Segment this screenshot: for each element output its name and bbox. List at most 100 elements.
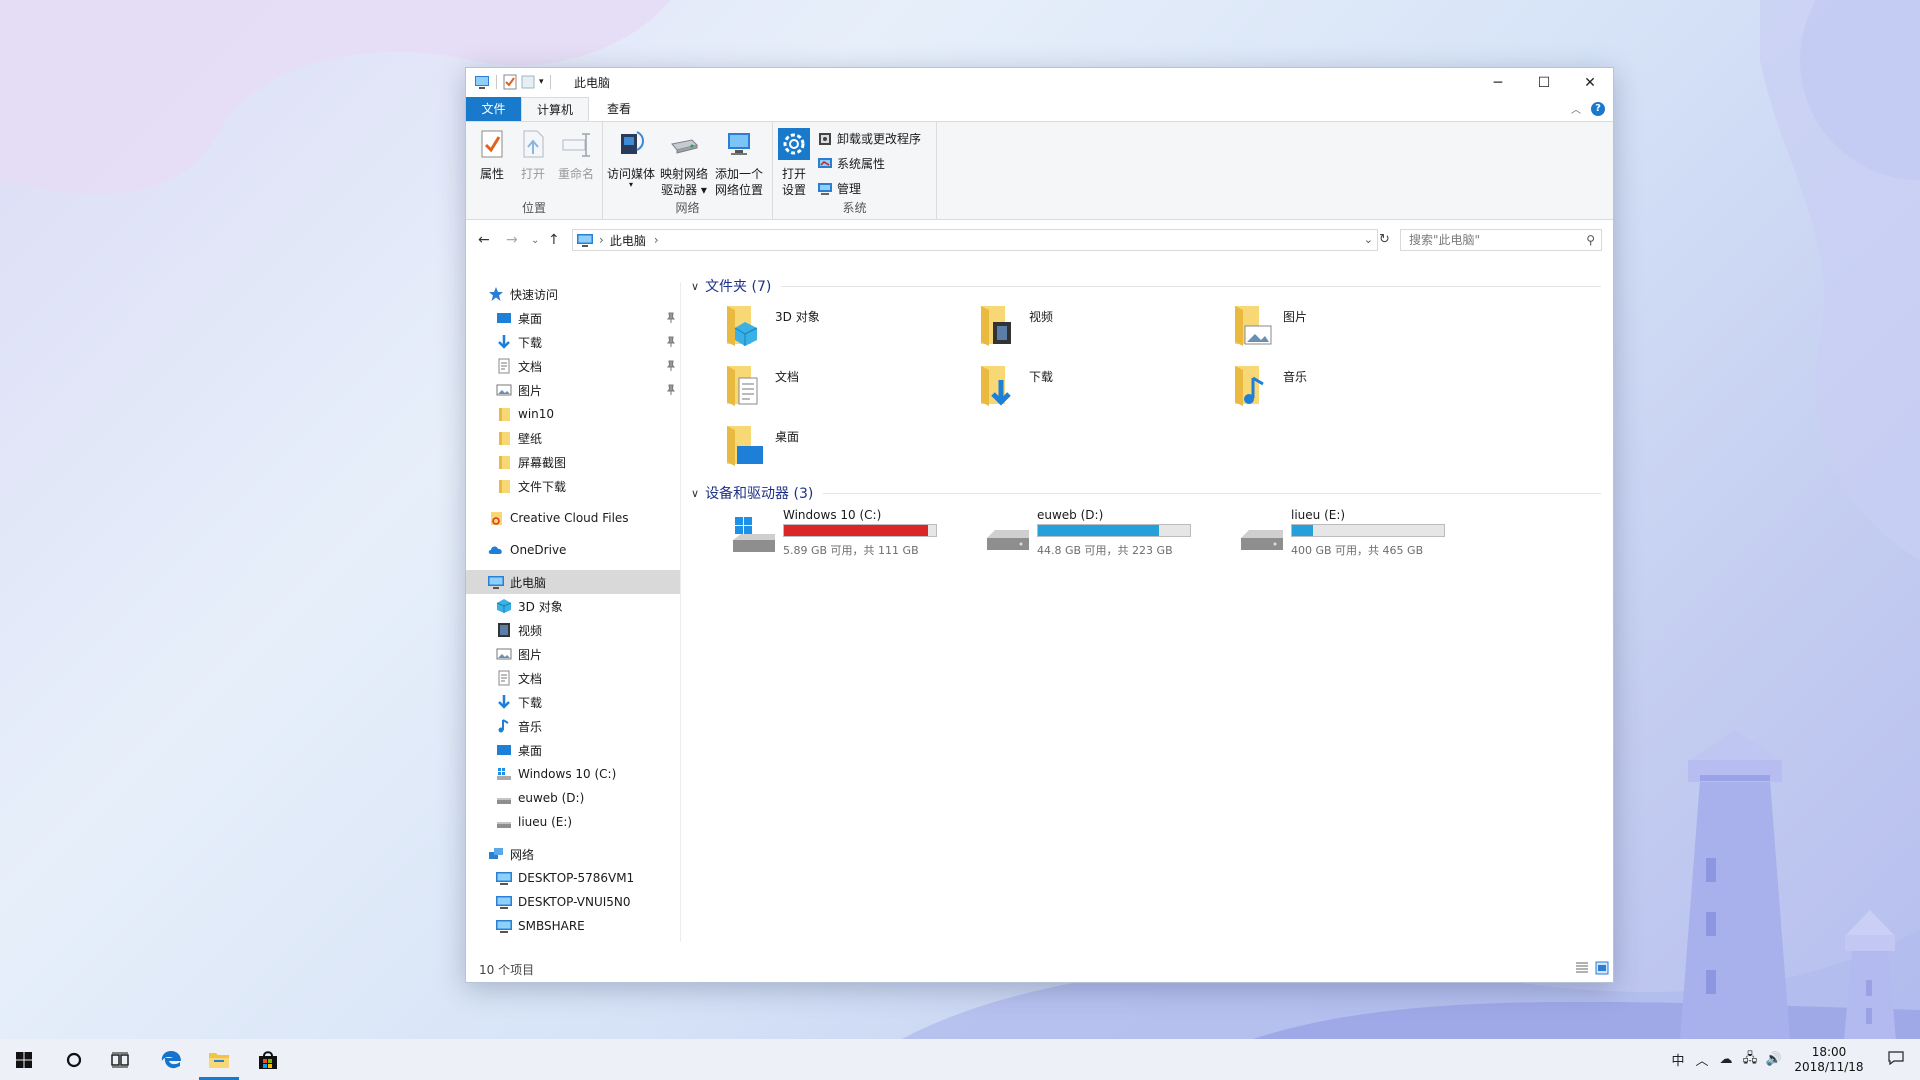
nav-pc-item-music[interactable]: 音乐 [466, 714, 680, 738]
clock[interactable]: 18:00 2018/11/18 [1786, 1045, 1872, 1075]
nav-pc-item-3d-objects[interactable]: 3D 对象 [466, 594, 680, 618]
pin-icon[interactable] [666, 384, 676, 396]
search-input[interactable]: 搜索"此电脑" ⚲ [1400, 229, 1602, 251]
action-center-button[interactable] [1872, 1051, 1920, 1068]
nav-quick-item-screenshots[interactable]: 屏幕截图 [466, 450, 680, 474]
onedrive-tray-icon[interactable]: ☁ [1714, 1052, 1738, 1067]
file-explorer-taskbar-button[interactable] [195, 1039, 243, 1080]
nav-network-item[interactable]: DESKTOP-VNUI5N0 [466, 890, 680, 914]
pin-icon[interactable] [666, 336, 676, 348]
folder-3d-objects[interactable]: 3D 对象 [721, 300, 820, 348]
folder-downloads[interactable]: 下载 [975, 360, 1053, 408]
collapse-chevron-icon[interactable]: ∨ [691, 487, 699, 500]
breadcrumb-separator-icon[interactable]: › [654, 233, 659, 247]
cortana-button[interactable] [50, 1039, 98, 1080]
drive-tile-d[interactable]: euweb (D:) 44.8 GB 可用，共 223 GB [985, 508, 1205, 564]
item-count: 10 个项目 [479, 963, 535, 977]
nav-pc-item-downloads[interactable]: 下载 [466, 690, 680, 714]
customize-qat-chevron-icon[interactable]: ▾ [539, 77, 544, 87]
tab-computer[interactable]: 计算机 [521, 97, 589, 121]
network-tray-icon[interactable]: 🖧 [1738, 1049, 1762, 1071]
properties-button[interactable]: 属性 [474, 128, 510, 182]
picture-icon [496, 384, 512, 396]
folder-desktop[interactable]: 桌面 [721, 420, 799, 468]
minimize-button[interactable]: ─ [1475, 68, 1521, 97]
help-icon[interactable]: ? [1591, 101, 1605, 116]
nav-pc-item-drive-d[interactable]: euweb (D:) [466, 786, 680, 810]
nav-quick-item-pictures[interactable]: 图片 [466, 378, 680, 402]
open-button[interactable]: 打开 [515, 128, 551, 182]
open-settings-button[interactable]: 打开 设置 [777, 128, 811, 198]
nav-network-item[interactable]: SMBSHARE [466, 914, 680, 938]
tab-view[interactable]: 查看 [594, 97, 644, 121]
edge-browser-icon [161, 1050, 181, 1068]
large-icons-view-icon[interactable] [1595, 961, 1609, 975]
up-arrow-icon[interactable]: ↑ [548, 232, 560, 248]
nav-quick-item-downloads[interactable]: 下载 [466, 330, 680, 354]
rename-button[interactable]: 重命名 [554, 128, 598, 182]
drive-tile-e[interactable]: liueu (E:) 400 GB 可用，共 465 GB [1239, 508, 1459, 564]
access-media-button[interactable]: 访问媒体 ▾ [606, 128, 656, 189]
ribbon-group-label: 位置 [521, 201, 546, 215]
file-explorer-window: ▾ 此电脑 ─ ☐ ✕ 文件 计算机 查看 ︿ ? 属性 打开 重命名 位置 访… [465, 67, 1614, 983]
folder-pictures[interactable]: 图片 [1229, 300, 1307, 348]
system-properties-button[interactable]: 系统属性 [817, 155, 885, 172]
nav-creative-cloud[interactable]: Creative Cloud Files [466, 506, 680, 530]
input-method-indicator[interactable]: 中 [1666, 1050, 1690, 1069]
drive-tile-c[interactable]: Windows 10 (C:) 5.89 GB 可用，共 111 GB [731, 508, 951, 564]
nav-quick-access[interactable]: 快速访问 [466, 282, 680, 306]
map-network-drive-button[interactable]: 映射网络 驱动器 ▾ [658, 128, 710, 198]
task-view-button[interactable] [96, 1039, 144, 1080]
nav-quick-item-wallpaper[interactable]: 壁纸 [466, 426, 680, 450]
nav-pc-item-drive-c[interactable]: Windows 10 (C:) [466, 762, 680, 786]
address-dropdown-chevron-icon[interactable]: ⌄ [1364, 233, 1373, 246]
pin-icon[interactable] [666, 360, 676, 372]
nav-quick-item-win10[interactable]: win10 [466, 402, 680, 426]
nav-this-pc[interactable]: 此电脑 [466, 570, 680, 594]
show-hidden-icons-chevron-icon[interactable]: ︿ [1690, 1050, 1714, 1069]
uninstall-programs-button[interactable]: 卸载或更改程序 [817, 130, 921, 147]
maximize-button[interactable]: ☐ [1521, 68, 1567, 97]
pin-icon[interactable] [666, 312, 676, 324]
folder-documents[interactable]: 文档 [721, 360, 799, 408]
new-folder-quick-icon[interactable] [521, 74, 535, 90]
store-taskbar-button[interactable] [244, 1039, 292, 1080]
refresh-icon[interactable]: ↻ [1379, 232, 1390, 247]
collapse-chevron-icon[interactable]: ∨ [691, 280, 699, 293]
nav-pc-item-drive-e[interactable]: liueu (E:) [466, 810, 680, 834]
back-arrow-icon[interactable]: ← [478, 232, 490, 248]
folder-videos[interactable]: 视频 [975, 300, 1053, 348]
breadcrumb-this-pc[interactable]: 此电脑 [610, 232, 646, 249]
nav-pc-item-desktop[interactable]: 桌面 [466, 738, 680, 762]
nav-network-item[interactable]: DESKTOP-5786VM1 [466, 866, 680, 890]
video-folder-icon [981, 306, 1011, 346]
nav-pc-item-pictures[interactable]: 图片 [466, 642, 680, 666]
nav-quick-item-file-downloads[interactable]: 文件下载 [466, 474, 680, 498]
nav-pc-item-videos[interactable]: 视频 [466, 618, 680, 642]
edge-taskbar-button[interactable] [147, 1039, 195, 1080]
start-button[interactable] [0, 1039, 48, 1080]
manage-button[interactable]: 管理 [817, 180, 861, 197]
address-bar[interactable]: › 此电脑 › ⌄ [572, 229, 1378, 251]
collapse-ribbon-chevron-icon[interactable]: ︿ [1571, 101, 1581, 116]
this-pc-icon [488, 576, 504, 589]
nav-onedrive[interactable]: OneDrive [466, 538, 680, 562]
breadcrumb-separator-icon[interactable]: › [599, 233, 604, 247]
close-button[interactable]: ✕ [1567, 68, 1613, 97]
volume-icon[interactable]: 🔊 [1762, 1052, 1786, 1067]
forward-arrow-icon[interactable]: → [506, 232, 518, 248]
section-folders-header[interactable]: ∨ 文件夹 (7) [691, 276, 1601, 296]
nav-quick-item-documents[interactable]: 文档 [466, 354, 680, 378]
recent-locations-chevron-icon[interactable]: ⌄ [531, 235, 539, 246]
folder-music[interactable]: 音乐 [1229, 360, 1307, 408]
this-pc-icon[interactable] [474, 74, 490, 90]
tab-file[interactable]: 文件 [466, 97, 521, 121]
add-network-location-button[interactable]: 添加一个 网络位置 [712, 128, 766, 198]
nav-network[interactable]: 网络 [466, 842, 680, 866]
nav-pc-item-documents[interactable]: 文档 [466, 666, 680, 690]
section-drives-header[interactable]: ∨ 设备和驱动器 (3) [691, 483, 1601, 503]
cortana-circle-icon [66, 1052, 82, 1067]
details-view-icon[interactable] [1575, 961, 1589, 975]
nav-quick-item-desktop[interactable]: 桌面 [466, 306, 680, 330]
properties-quick-icon[interactable] [503, 74, 517, 90]
